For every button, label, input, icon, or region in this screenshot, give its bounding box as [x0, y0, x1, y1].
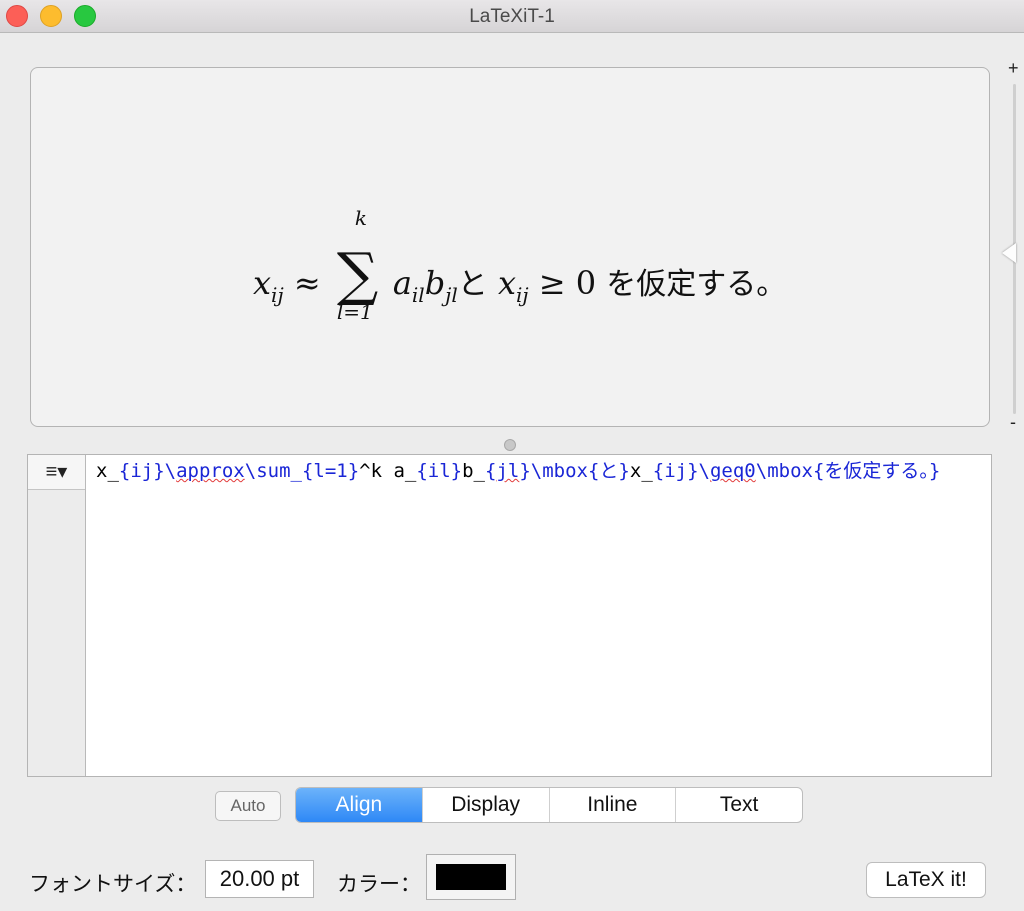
formula-zero: 0 — [575, 264, 597, 302]
code-token: { — [485, 460, 497, 482]
source-editor[interactable]: ≡▾ x_{ij}\approx\sum_{l=1}^k a_{il}b_{jl… — [27, 454, 992, 777]
auto-button[interactable]: Auto — [215, 791, 281, 821]
formula-sub-ij2: ij — [516, 283, 529, 307]
slider-plus-label: + — [1008, 58, 1019, 78]
mode-segmented-control: Align Display Inline Text — [295, 787, 803, 823]
formula-x: x — [253, 264, 272, 302]
rendered-formula: xij ≈ k ∑ l=1 ailbjlと xij ≥ 0 を仮定する。 — [253, 206, 787, 324]
slider-minus-label: - — [1010, 412, 1016, 432]
latex-it-button[interactable]: LaTeX it! — [866, 862, 986, 898]
code-token: \mbox{を仮定する。} — [755, 460, 941, 482]
slider-thumb[interactable] — [1002, 243, 1016, 263]
code-token: b_ — [462, 460, 485, 482]
formula-sub-il: il — [411, 283, 425, 307]
color-label: カラー： — [337, 873, 421, 896]
code-token: \ — [698, 460, 710, 482]
font-size-label: フォントサイズ： — [29, 873, 197, 896]
formula-preview[interactable]: xij ≈ k ∑ l=1 ailbjlと xij ≥ 0 を仮定する。 — [30, 67, 990, 427]
code-token: jl — [496, 460, 520, 482]
code-token: ^k a_ — [359, 460, 417, 482]
mode-text[interactable]: Text — [676, 788, 802, 822]
mode-inline[interactable]: Inline — [550, 788, 677, 822]
formula-tail: を仮定する。 — [606, 267, 787, 302]
formula-sub-ij: ij — [271, 283, 284, 307]
code-token: {ij} — [652, 460, 699, 482]
color-swatch — [436, 864, 506, 890]
formula-x2: x — [497, 264, 516, 302]
color-well[interactable] — [426, 854, 516, 900]
mode-display[interactable]: Display — [423, 788, 550, 822]
line-gutter: ≡▾ — [28, 455, 86, 776]
code-token: approx — [176, 460, 245, 482]
formula-to: と — [457, 267, 488, 302]
formula-approx: ≈ — [293, 264, 321, 302]
code-token: geq0 — [709, 460, 756, 482]
code-token: {ij} — [118, 460, 165, 482]
split-view-handle[interactable] — [504, 439, 516, 451]
window-title: LaTeXiT-1 — [469, 6, 555, 27]
mode-align[interactable]: Align — [296, 788, 423, 822]
code-token: \mbox{と} — [530, 460, 630, 482]
formula-sum-sigma: ∑ — [336, 240, 379, 308]
formula-sub-jl: jl — [445, 283, 458, 307]
code-token: {il} — [416, 460, 463, 482]
font-size-field[interactable]: 20.00 pt — [205, 860, 314, 898]
formula-geq: ≥ — [538, 264, 566, 302]
formula-b: b — [424, 264, 446, 302]
formula-sum: k ∑ l=1 — [337, 206, 387, 324]
list-menu-icon[interactable]: ≡▾ — [28, 455, 85, 490]
code-token: x_ — [96, 460, 119, 482]
formula-sum-lower: l=1 — [336, 300, 373, 324]
code-token: \sum_{l=1} — [244, 460, 360, 482]
code-token: \ — [164, 460, 177, 482]
source-text[interactable]: x_{ij}\approx\sum_{l=1}^k a_{il}b_{jl}\m… — [96, 458, 986, 484]
code-token: } — [519, 460, 531, 482]
formula-a: a — [392, 264, 412, 302]
code-token: x_ — [629, 460, 653, 482]
formula-sum-upper: k — [354, 206, 367, 230]
title-bar: LaTeXiT-1 — [0, 0, 1024, 33]
